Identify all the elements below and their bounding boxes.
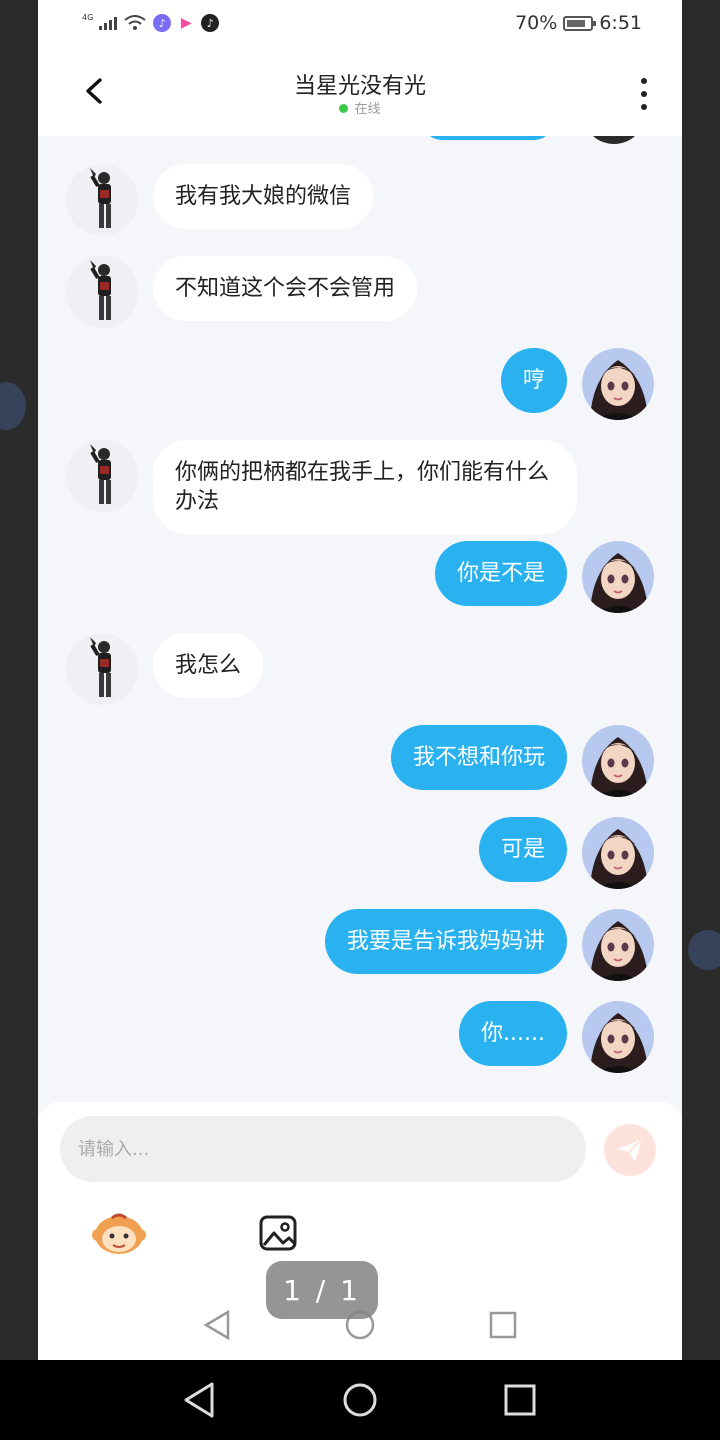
online-dot-icon [339,104,349,113]
message-bubble[interactable]: 我不想和你玩 [390,725,567,790]
avatar-figure [90,637,111,697]
avatar-figure [590,737,648,797]
home-nav-icon[interactable] [343,1383,377,1417]
online-status: 在线 [38,98,682,117]
message-bubble[interactable]: 不知道这个会不会管用 [153,256,418,321]
message-row: 你俩的把柄都在我手上，你们能有什么办法 [66,440,577,534]
avatar-figure [90,168,111,228]
contact-name: 当星光没有光 [293,74,426,99]
recents-nav-icon[interactable] [504,1384,536,1416]
message-row: 你...... [459,1001,654,1073]
message-row: 我有我大娘的微信 [66,164,374,236]
avatar[interactable] [66,633,138,705]
avatar-figure [590,360,648,420]
network-type: 4G [82,12,94,22]
avatar-figure [590,921,648,981]
message-bubble[interactable]: 你是不是 [434,541,567,606]
message-bubble[interactable]: 你...... [459,1001,567,1066]
avatar-figure [90,260,111,320]
message-bubble[interactable]: 可是 [478,817,567,882]
image-icon[interactable] [258,1212,300,1254]
avatar-figure [590,1013,648,1073]
tiktok-icon: ♪ [201,14,220,32]
wifi-icon [124,15,146,30]
message-row: 可是 [478,817,654,889]
video-app-icon: ▶ [177,14,196,32]
avatar-figure [90,444,111,504]
clock: 6:51 [599,12,642,34]
avatar[interactable] [66,164,138,236]
avatar[interactable] [582,909,654,981]
music-app-icon: ♪ [153,14,172,32]
battery-percent: 70% [515,12,558,34]
send-button[interactable] [604,1124,656,1176]
message-row: 不知道这个会不会管用 [66,256,418,328]
send-icon [618,1138,643,1162]
background-blur [0,382,26,430]
message-row: 我不想和你玩 [390,725,654,797]
avatar[interactable] [582,1001,654,1073]
avatar[interactable] [66,440,138,512]
message-bubble[interactable]: 我要是告诉我妈妈讲 [324,909,567,974]
page-indicator: 1 / 1 [266,1261,378,1319]
avatar [586,136,642,144]
message-bubble[interactable]: 你俩的把柄都在我手上，你们能有什么办法 [153,440,577,534]
previous-message-bubble [422,136,554,140]
avatar[interactable] [582,348,654,420]
avatar[interactable] [66,256,138,328]
system-navigation-bar [0,1360,720,1440]
signal-icon [99,16,118,30]
background-blur [688,930,720,970]
monkey-emoji-icon[interactable] [92,1210,146,1256]
message-bubble[interactable]: 我有我大娘的微信 [153,164,374,229]
more-vertical-icon[interactable] [638,78,650,110]
message-bubble[interactable]: 我怎么 [153,633,264,698]
status-bar: 4G ♪ ▶ ♪ 70% 6:51 [38,0,682,52]
message-row: 我怎么 [66,633,264,705]
app-screen: 4G ♪ ▶ ♪ 70% 6:51 当星光没有光 在线 我有我大娘的微信 不知道这… [38,0,682,1360]
message-bubble[interactable]: 哼 [500,348,567,413]
chat-header: 当星光没有光 在线 [38,52,682,136]
avatar-figure [590,553,648,613]
avatar-figure [590,829,648,889]
message-list[interactable]: 我有我大娘的微信 不知道这个会不会管用哼你俩的把柄都在我手上，你们能有什么办法你是… [38,136,682,1102]
message-row: 哼 [500,348,654,420]
message-input[interactable] [60,1116,586,1182]
avatar[interactable] [582,817,654,889]
message-row: 你是不是 [434,541,654,613]
back-nav-icon[interactable] [184,1382,214,1418]
avatar[interactable] [582,541,654,613]
message-row: 我要是告诉我妈妈讲 [324,909,654,981]
avatar[interactable] [582,725,654,797]
battery-icon [563,15,597,31]
